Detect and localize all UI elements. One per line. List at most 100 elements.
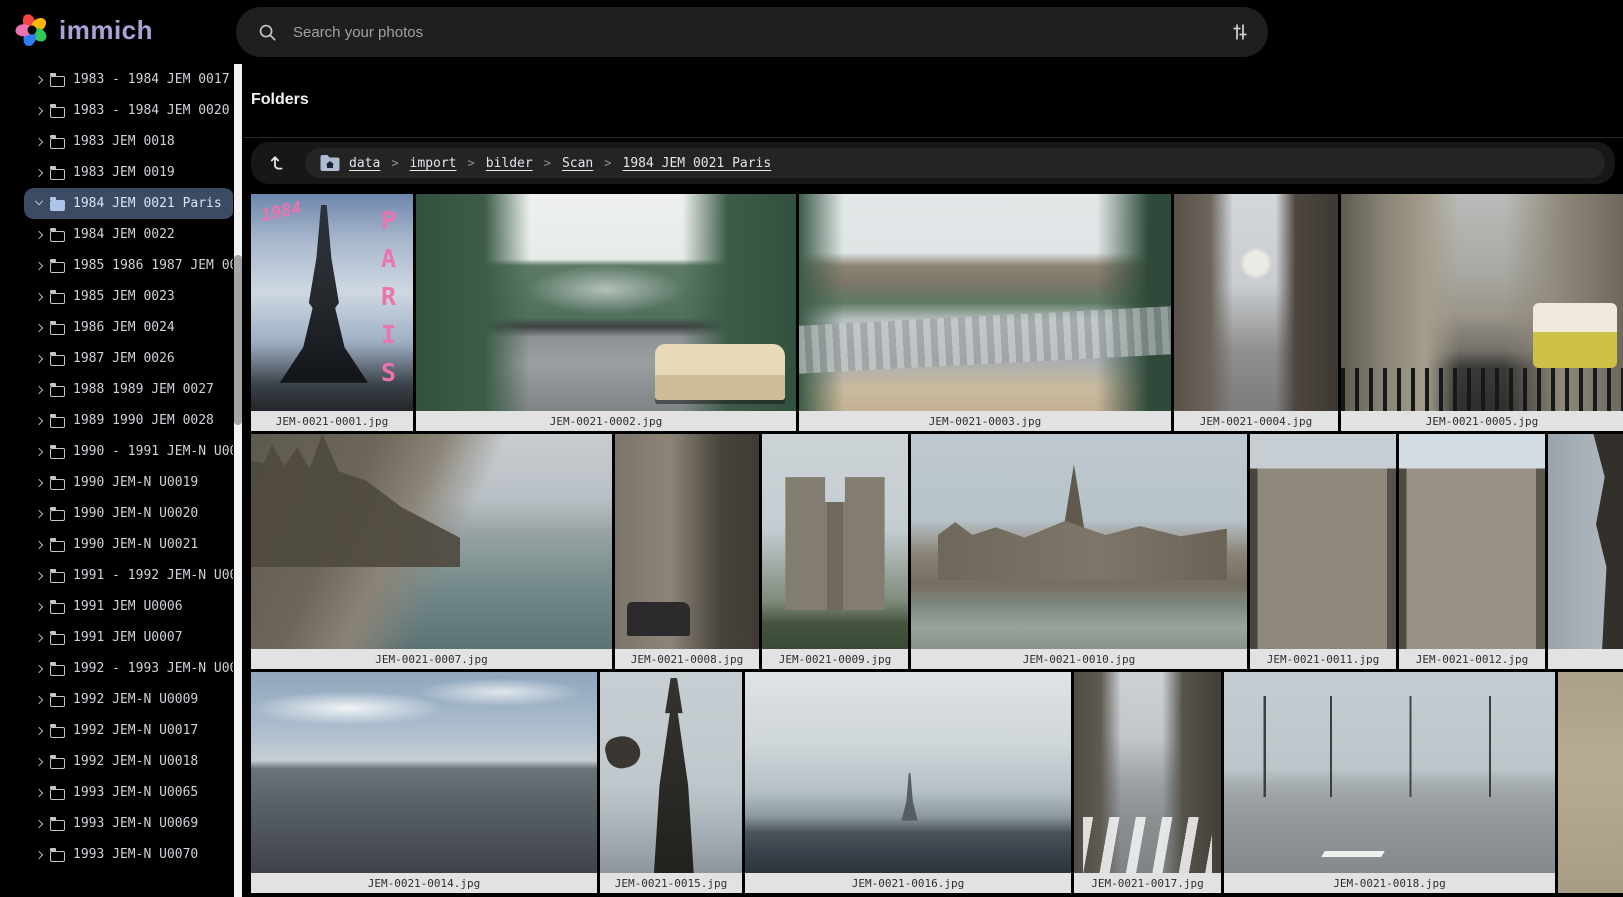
go-up-button[interactable] xyxy=(261,145,297,181)
chevron-right-icon xyxy=(35,726,43,734)
sidebar-item-label: 1986 JEM 0024 xyxy=(73,320,175,335)
photo-thumbnail[interactable] xyxy=(1548,434,1623,649)
sidebar-item-label: 1983 - 1984 JEM 0017 xyxy=(73,72,230,87)
photo-thumbnail[interactable] xyxy=(251,434,612,649)
breadcrumb-link-import[interactable]: import xyxy=(410,156,457,171)
photo-card[interactable]: JEM-0021-0011.jpg xyxy=(1250,434,1396,669)
chevron-right-icon xyxy=(35,664,43,672)
sidebar-item[interactable]: 1992 JEM-N U0009 xyxy=(24,684,210,715)
sidebar-item[interactable]: 1990 JEM-N U0019 xyxy=(24,467,210,498)
folder-icon xyxy=(50,231,65,242)
photo-thumbnail[interactable] xyxy=(1341,194,1623,411)
photo-caption: JEM-0021-0008.jpg xyxy=(615,649,759,669)
photo-card[interactable]: JEM-0021-0009.jpg xyxy=(762,434,908,669)
chevron-right-icon xyxy=(35,354,43,362)
sidebar-item[interactable]: 1983 - 1984 JEM 0020 xyxy=(24,95,233,126)
search-bar[interactable] xyxy=(236,7,1268,57)
photo-thumbnail[interactable] xyxy=(1399,434,1545,649)
photo-caption: JEM-0021-0001.jpg xyxy=(251,411,413,431)
sidebar-item[interactable]: 1988 1989 JEM 0027 xyxy=(24,374,226,405)
photo-card[interactable]: JEM-0021-0003.jpg xyxy=(799,194,1171,431)
photo-card[interactable]: JEM-0021-0012.jpg xyxy=(1399,434,1545,669)
sidebar-item[interactable]: 1985 1986 1987 JEM 00 xyxy=(24,250,233,281)
photo-card[interactable]: JEM-0021-0016.jpg xyxy=(745,672,1071,893)
sidebar-item[interactable]: 1987 JEM 0026 xyxy=(24,343,187,374)
sidebar-scrollbar[interactable] xyxy=(234,64,242,897)
sidebar-item[interactable]: 1983 JEM 0018 xyxy=(24,126,187,157)
photo-row: JEM-0021-0014.jpg JEM-0021-0015.jpg JEM-… xyxy=(251,672,1623,893)
sidebar-item[interactable]: 1983 JEM 0019 xyxy=(24,157,187,188)
photo-card[interactable] xyxy=(1548,434,1623,669)
photo-caption: JEM-0021-0012.jpg xyxy=(1399,649,1545,669)
sidebar-item[interactable]: 1992 - 1993 JEM-N U00 xyxy=(24,653,233,684)
photo-card[interactable]: JEM-0021-0014.jpg xyxy=(251,672,597,893)
photo-card[interactable]: JEM-0021-0018.jpg xyxy=(1224,672,1555,893)
photo-thumbnail[interactable] xyxy=(416,194,796,411)
breadcrumb-link-data[interactable]: data xyxy=(349,156,380,171)
sidebar-item[interactable]: 1990 - 1991 JEM-N U00 xyxy=(24,436,233,467)
photo-thumbnail[interactable] xyxy=(1174,194,1338,411)
photo-thumbnail[interactable] xyxy=(1074,672,1221,873)
photo-thumbnail[interactable] xyxy=(799,194,1171,411)
immich-logo[interactable]: immich xyxy=(14,12,153,48)
sidebar-item-selected[interactable]: 1984 JEM 0021 Paris xyxy=(24,188,233,219)
sidebar-item-label: 1991 JEM U0006 xyxy=(73,599,183,614)
photo-card[interactable]: JEM-0021-0017.jpg xyxy=(1074,672,1221,893)
sidebar-item[interactable]: 1990 JEM-N U0021 xyxy=(24,529,210,560)
photo-card[interactable]: JEM-0021-0010.jpg xyxy=(911,434,1247,669)
photo-thumbnail[interactable] xyxy=(762,434,908,649)
breadcrumb-link-bilder[interactable]: bilder xyxy=(486,156,533,171)
photo-thumbnail[interactable] xyxy=(1558,672,1623,893)
photo-thumbnail[interactable] xyxy=(911,434,1247,649)
sidebar-item[interactable]: 1991 JEM U0006 xyxy=(24,591,195,622)
photo-thumbnail[interactable] xyxy=(1224,672,1555,873)
sidebar-item[interactable]: 1991 - 1992 JEM-N U00 xyxy=(24,560,233,591)
photo-grid: 1984 PARIS JEM-0021-0001.jpg JEM-0021-00… xyxy=(251,194,1623,893)
photo-card[interactable]: JEM-0021-0002.jpg xyxy=(416,194,796,431)
photo-thumbnail[interactable] xyxy=(615,434,759,649)
photo-card[interactable]: JEM-0021-0007.jpg xyxy=(251,434,612,669)
sidebar-item-label: 1985 1986 1987 JEM 00 xyxy=(73,258,233,273)
photo-card[interactable] xyxy=(1558,672,1623,893)
photo-thumbnail[interactable] xyxy=(745,672,1071,873)
sidebar-item[interactable]: 1993 JEM-N U0065 xyxy=(24,777,210,808)
sidebar-item[interactable]: 1984 JEM 0022 xyxy=(24,219,187,250)
sidebar-item[interactable]: 1989 1990 JEM 0028 xyxy=(24,405,226,436)
sidebar-item[interactable]: 1991 JEM U0007 xyxy=(24,622,195,653)
folder-icon xyxy=(50,820,65,831)
sidebar-item[interactable]: 1992 JEM-N U0017 xyxy=(24,715,210,746)
folder-icon xyxy=(50,169,65,180)
breadcrumb-bar: data > import > bilder > Scan > 1984 JEM… xyxy=(251,142,1615,184)
chevron-right-icon xyxy=(35,478,43,486)
photo-card[interactable]: JEM-0021-0015.jpg xyxy=(600,672,742,893)
photo-card[interactable]: JEM-0021-0008.jpg xyxy=(615,434,759,669)
chevron-right-icon xyxy=(35,323,43,331)
breadcrumb-link-current[interactable]: 1984 JEM 0021 Paris xyxy=(623,156,772,171)
sidebar-item[interactable]: 1986 JEM 0024 xyxy=(24,312,187,343)
sidebar-item[interactable]: 1993 JEM-N U0069 xyxy=(24,808,210,839)
sidebar-scrollbar-thumb[interactable] xyxy=(234,255,242,425)
photo-caption: JEM-0021-0002.jpg xyxy=(416,411,796,431)
sidebar-item-label: 1992 JEM-N U0018 xyxy=(73,754,198,769)
sidebar-item-label: 1993 JEM-N U0065 xyxy=(73,785,198,800)
chevron-right-icon xyxy=(35,571,43,579)
search-input[interactable] xyxy=(293,24,1230,41)
photo-thumbnail[interactable] xyxy=(600,672,742,873)
sidebar-item-label: 1990 JEM-N U0020 xyxy=(73,506,198,521)
photo-card[interactable]: JEM-0021-0004.jpg xyxy=(1174,194,1338,431)
sidebar-item-label: 1983 - 1984 JEM 0020 xyxy=(73,103,230,118)
sidebar-item-label: 1990 - 1991 JEM-N U00 xyxy=(73,444,233,459)
photo-thumbnail[interactable] xyxy=(1250,434,1396,649)
sidebar-item[interactable]: 1993 JEM-N U0070 xyxy=(24,839,210,870)
sidebar-item[interactable]: 1990 JEM-N U0020 xyxy=(24,498,210,529)
photo-card[interactable]: 1984 PARIS JEM-0021-0001.jpg xyxy=(251,194,413,431)
sidebar-item[interactable]: 1992 JEM-N U0018 xyxy=(24,746,210,777)
photo-thumbnail[interactable] xyxy=(251,672,597,873)
search-filter-icon[interactable] xyxy=(1230,22,1250,42)
photo-thumbnail[interactable]: 1984 PARIS xyxy=(251,194,413,411)
photo-overlay-word: PARIS xyxy=(374,206,403,396)
sidebar-item[interactable]: 1983 - 1984 JEM 0017 xyxy=(24,64,233,95)
breadcrumb-link-scan[interactable]: Scan xyxy=(562,156,593,171)
photo-card[interactable]: JEM-0021-0005.jpg xyxy=(1341,194,1623,431)
sidebar-item[interactable]: 1985 JEM 0023 xyxy=(24,281,187,312)
